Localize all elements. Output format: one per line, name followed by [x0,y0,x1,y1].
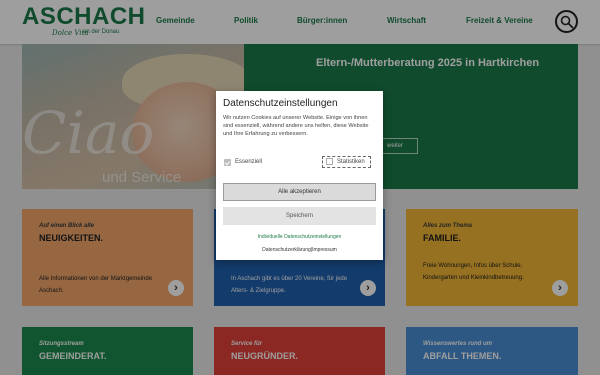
dialog-text: Wir nutzen Cookies auf unserer Website. … [223,115,369,137]
cookie-consent-dialog: Datenschutzeinstellungen Wir nutzen Cook… [216,91,383,260]
statistics-checkbox[interactable] [326,158,333,165]
essential-checkbox[interactable] [224,159,231,166]
essential-checkbox-label: Essenziell [235,159,263,165]
statistics-checkbox-label: Statistiken [337,159,365,165]
privacy-policy-link[interactable]: Datenschutzerklärung [262,247,311,253]
save-button[interactable]: Speichern [223,207,376,225]
individual-settings-link[interactable]: Individuelle Datenschutzeinstellungen [216,234,383,240]
dialog-footer-links: Datenschutzerklärung|Impressum [216,247,383,253]
accept-all-button[interactable]: Alle akzeptieren [223,183,376,201]
imprint-link[interactable]: Impressum [312,247,337,253]
dialog-title: Datenschutzeinstellungen [223,98,338,109]
